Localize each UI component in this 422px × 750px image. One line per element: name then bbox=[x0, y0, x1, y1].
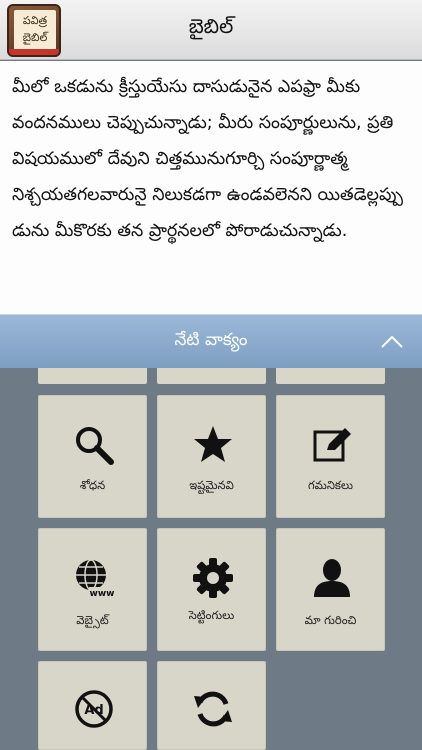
no-ads-icon: Ad bbox=[75, 690, 113, 728]
partial-tile[interactable] bbox=[276, 368, 385, 384]
todays-verse-bar[interactable]: నేటి వాక్యం bbox=[0, 314, 422, 368]
search-icon bbox=[76, 427, 114, 465]
search-tile[interactable]: శోధన bbox=[38, 395, 147, 518]
chevron-up-icon[interactable] bbox=[380, 333, 404, 349]
about-label: మా గురించి bbox=[304, 613, 357, 627]
refresh-tile[interactable] bbox=[157, 661, 266, 750]
verse-of-day-text: మీలో ఒకడును క్రీస్తుయేసు దాసుడునైన ఎపఫ్ర… bbox=[0, 61, 422, 314]
settings-label: సెట్టింగులు bbox=[188, 608, 235, 622]
logo-bookmark bbox=[9, 49, 59, 55]
remove-ads-tile[interactable]: Ad bbox=[38, 661, 147, 750]
search-label: శోధన bbox=[79, 478, 106, 492]
person-icon bbox=[314, 559, 350, 597]
favorites-label: ఇష్టమైనవి bbox=[189, 478, 234, 492]
page-title: బైబిల్ bbox=[188, 14, 234, 38]
header: పవిత్ర బైబిల్ బైబిల్ bbox=[0, 0, 422, 60]
refresh-icon bbox=[194, 691, 232, 727]
notes-tile[interactable]: గమనికలు bbox=[276, 395, 385, 518]
edit-icon bbox=[313, 428, 351, 462]
favorites-tile[interactable]: ఇష్టమైనవి bbox=[157, 395, 266, 518]
about-tile[interactable]: మా గురించి bbox=[276, 528, 385, 651]
settings-tile[interactable]: సెట్టింగులు bbox=[157, 528, 266, 651]
website-label: వెబ్సైట్ bbox=[76, 613, 109, 627]
svg-text:www: www bbox=[90, 589, 115, 599]
todays-verse-label: నేటి వాక్యం bbox=[174, 330, 248, 350]
gear-icon bbox=[193, 558, 233, 598]
website-tile[interactable]: www వెబ్సైట్ bbox=[38, 528, 147, 651]
star-icon bbox=[194, 426, 232, 462]
partial-tile[interactable] bbox=[38, 368, 147, 384]
partial-tile[interactable] bbox=[157, 368, 266, 384]
web-icon: www bbox=[76, 559, 115, 599]
notes-label: గమనికలు bbox=[307, 478, 354, 492]
